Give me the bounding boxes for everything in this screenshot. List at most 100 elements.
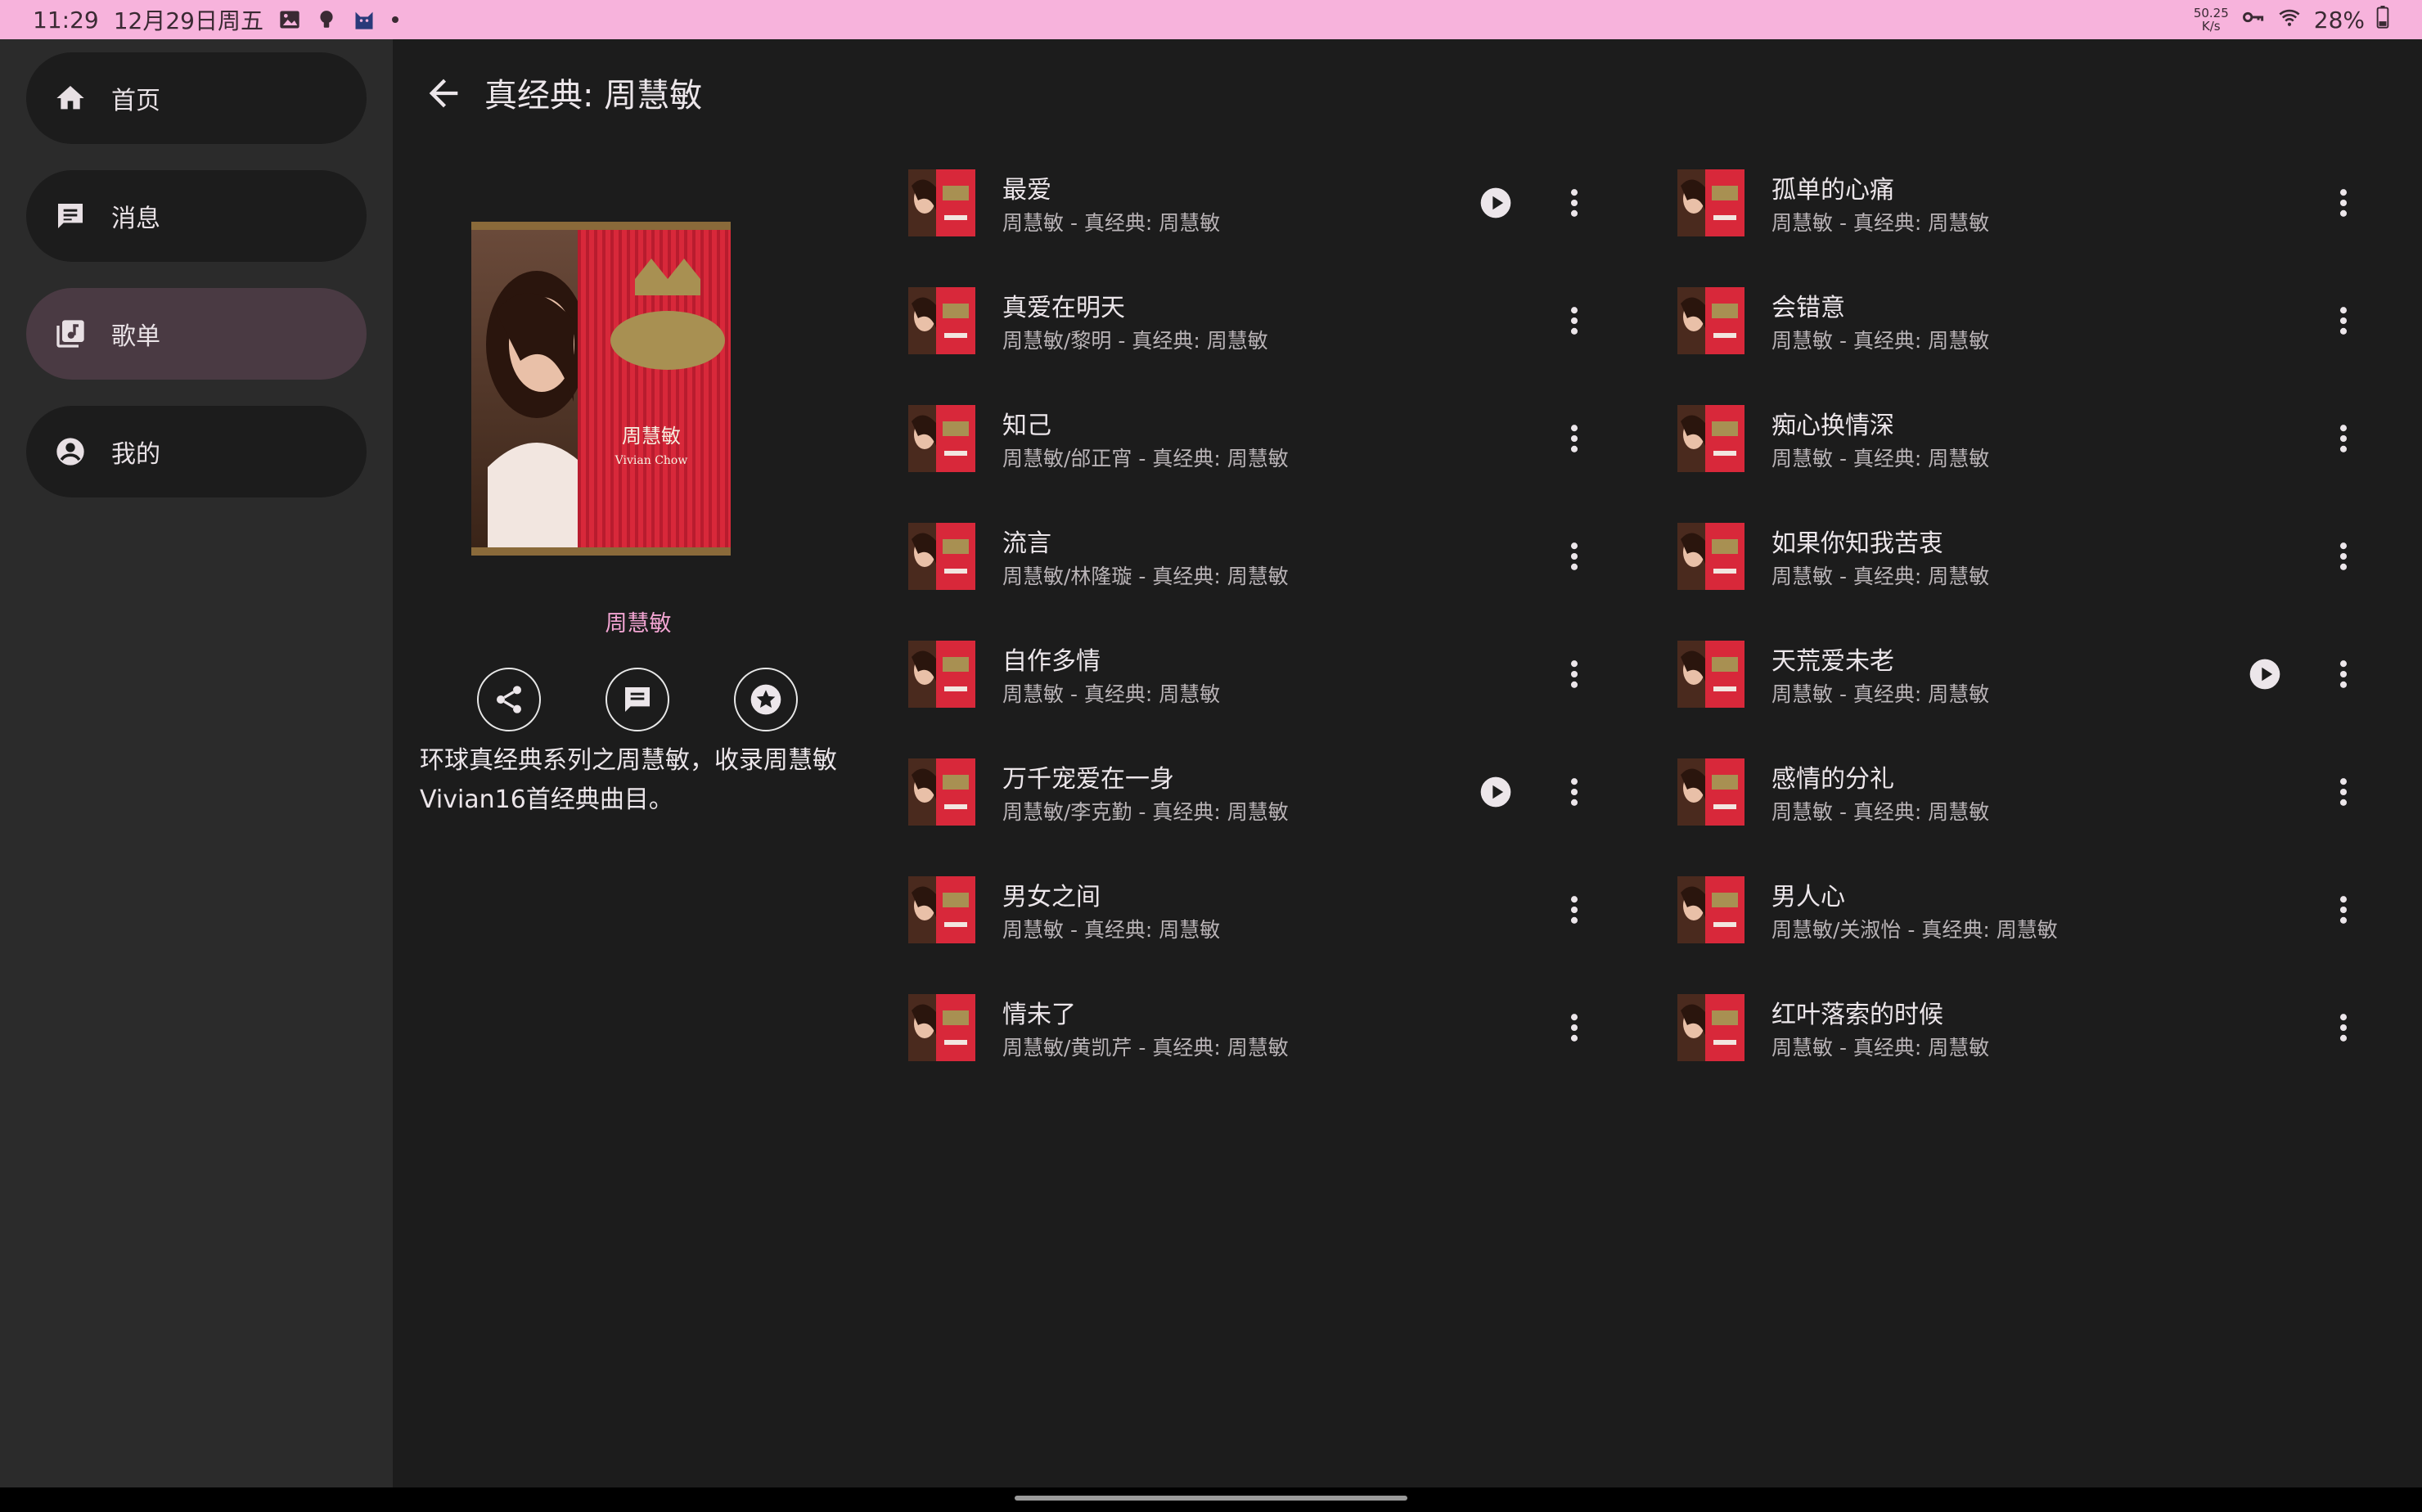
song-thumbnail [908, 523, 975, 590]
song-row[interactable]: 男人心 周慧敏/关淑怡 - 真经典: 周慧敏 [1677, 852, 2414, 970]
song-thumbnail [908, 758, 975, 826]
more-options-icon[interactable] [2325, 538, 2361, 574]
song-title: 万千宠爱在一身 [1002, 765, 1174, 794]
song-title: 流言 [1002, 529, 1051, 558]
status-bar: 11:29 12月29日周五 50.25 K/s 28% [0, 0, 2422, 39]
song-thumbnail [908, 287, 975, 354]
nav-item-label: 我的 [111, 440, 160, 469]
more-options-icon[interactable] [2325, 892, 2361, 928]
system-navigation-bar [0, 1487, 2422, 1512]
song-title: 孤单的心痛 [1771, 176, 1894, 205]
cat-notification-icon [352, 8, 376, 31]
nav-item-playlist[interactable]: 歌单 [26, 288, 367, 380]
play-icon[interactable] [2247, 656, 2283, 692]
song-row[interactable]: 流言周慧敏/林隆璇 - 真经典: 周慧敏 [908, 498, 1645, 616]
wifi-icon [2276, 6, 2303, 34]
share-button[interactable] [477, 668, 541, 731]
gallery-notification-icon [278, 8, 301, 31]
navigation-rail: 首页 消息 歌单 我的 [0, 39, 393, 1487]
song-artist-album: 周慧敏/邰正宵 - 真经典: 周慧敏 [1002, 447, 1289, 470]
song-row[interactable]: 会错意周慧敏 - 真经典: 周慧敏 [1677, 263, 2414, 380]
song-thumbnail [908, 405, 975, 472]
song-row[interactable]: 红叶落索的时候 周慧敏 - 真经典: 周慧敏 [1677, 970, 2414, 1087]
song-thumbnail [908, 994, 975, 1061]
song-artist-album: 周慧敏 - 真经典: 周慧敏 [1002, 211, 1221, 235]
song-thumbnail [1677, 287, 1744, 354]
song-thumbnail [1677, 523, 1744, 590]
song-title: 会错意 [1771, 294, 1845, 322]
song-title: 男女之间 [1002, 883, 1101, 911]
song-thumbnail [1677, 994, 1744, 1061]
song-title: 痴心换情深 [1771, 412, 1894, 440]
song-row[interactable]: 万千宠爱在一身 周慧敏/李克勤 - 真经典: 周慧敏 [908, 734, 1645, 852]
home-icon [56, 86, 84, 110]
song-artist-album: 周慧敏/黄凯芹 - 真经典: 周慧敏 [1002, 1036, 1289, 1060]
song-artist-album: 周慧敏/林隆璇 - 真经典: 周慧敏 [1002, 565, 1289, 588]
top-app-bar: 真经典: 周慧敏 [393, 39, 2422, 147]
more-options-icon[interactable] [2325, 421, 2361, 457]
more-options-icon[interactable] [1556, 421, 1592, 457]
song-thumbnail [1677, 758, 1744, 826]
song-title: 最爱 [1002, 176, 1051, 205]
svg-text:周慧敏: 周慧敏 [622, 425, 681, 448]
more-options-icon[interactable] [1556, 303, 1592, 339]
song-row[interactable]: 自作多情 周慧敏 - 真经典: 周慧敏 [908, 616, 1645, 734]
song-artist-album: 周慧敏/黎明 - 真经典: 周慧敏 [1002, 329, 1268, 353]
back-arrow-icon[interactable] [422, 72, 465, 115]
song-row[interactable]: 如果你知我苦衷 周慧敏 - 真经典: 周慧敏 [1677, 498, 2414, 616]
star-icon [750, 684, 781, 715]
artist-link[interactable]: 周慧敏 [393, 605, 884, 637]
more-options-icon[interactable] [1556, 538, 1592, 574]
song-title: 情未了 [1002, 1001, 1076, 1029]
more-options-icon[interactable] [1556, 1010, 1592, 1046]
song-row[interactable]: 男女之间周慧敏 - 真经典: 周慧敏 [908, 852, 1645, 970]
song-title: 知己 [1002, 412, 1051, 440]
nav-item-label: 消息 [111, 205, 160, 233]
message-icon [58, 204, 83, 228]
nav-item-messages[interactable]: 消息 [26, 170, 367, 262]
album-cover-subtitle: Vivian Chow [615, 454, 688, 467]
song-title: 红叶落索的时候 [1771, 1001, 1943, 1029]
song-row[interactable]: 孤单的心痛 周慧敏 - 真经典: 周慧敏 [1677, 145, 2414, 263]
nav-item-me[interactable]: 我的 [26, 406, 367, 497]
bulb-notification-icon [316, 8, 337, 31]
comment-button[interactable] [606, 668, 669, 731]
song-artist-album: 周慧敏 - 真经典: 周慧敏 [1002, 918, 1221, 942]
play-icon[interactable] [1478, 774, 1514, 810]
favorite-button[interactable] [734, 668, 798, 731]
play-icon[interactable] [1478, 185, 1514, 221]
song-thumbnail [1677, 169, 1744, 236]
more-options-icon[interactable] [1556, 892, 1592, 928]
song-artist-album: 周慧敏 - 真经典: 周慧敏 [1771, 447, 1990, 470]
nav-item-label: 歌单 [111, 322, 160, 351]
song-thumbnail [908, 169, 975, 236]
album-description: 环球真经典系列之周慧敏，收录周慧敏Vivian16首经典曲目。 [420, 746, 837, 814]
song-artist-album: 周慧敏 - 真经典: 周慧敏 [1771, 800, 1990, 824]
more-options-icon[interactable] [1556, 656, 1592, 692]
song-artist-album: 周慧敏 - 真经典: 周慧敏 [1771, 682, 1990, 706]
network-speed: 50.25 K/s [2193, 6, 2229, 34]
gesture-handle[interactable] [1015, 1496, 1407, 1501]
song-artist-album: 周慧敏 - 真经典: 周慧敏 [1771, 329, 1990, 353]
song-title: 如果你知我苦衷 [1771, 529, 1943, 558]
song-row[interactable]: 知己周慧敏/邰正宵 - 真经典: 周慧敏 [908, 380, 1645, 498]
song-row[interactable]: 情未了周慧敏/黄凯芹 - 真经典: 周慧敏 [908, 970, 1645, 1087]
more-options-icon[interactable] [1556, 774, 1592, 810]
battery-icon [2376, 5, 2389, 34]
more-options-icon[interactable] [2325, 1010, 2361, 1046]
more-options-icon[interactable] [2325, 185, 2361, 221]
battery-percent: 28% [2313, 6, 2365, 34]
more-options-icon[interactable] [1556, 185, 1592, 221]
share-icon [497, 686, 521, 713]
song-title: 真爱在明天 [1002, 294, 1125, 322]
song-row[interactable]: 痴心换情深周慧敏 - 真经典: 周慧敏 [1677, 380, 2414, 498]
more-options-icon[interactable] [2325, 656, 2361, 692]
svg-text:Vivian Chow: Vivian Chow [615, 454, 688, 467]
nav-item-home[interactable]: 首页 [26, 52, 367, 144]
more-options-icon[interactable] [2325, 303, 2361, 339]
song-row[interactable]: 天荒爱未老 周慧敏 - 真经典: 周慧敏 [1677, 616, 2414, 734]
song-row[interactable]: 最爱周慧敏 - 真经典: 周慧敏 [908, 145, 1645, 263]
song-row[interactable]: 真爱在明天周慧敏/黎明 - 真经典: 周慧敏 [908, 263, 1645, 380]
more-options-icon[interactable] [2325, 774, 2361, 810]
song-row[interactable]: 感情的分礼 周慧敏 - 真经典: 周慧敏 [1677, 734, 2414, 852]
